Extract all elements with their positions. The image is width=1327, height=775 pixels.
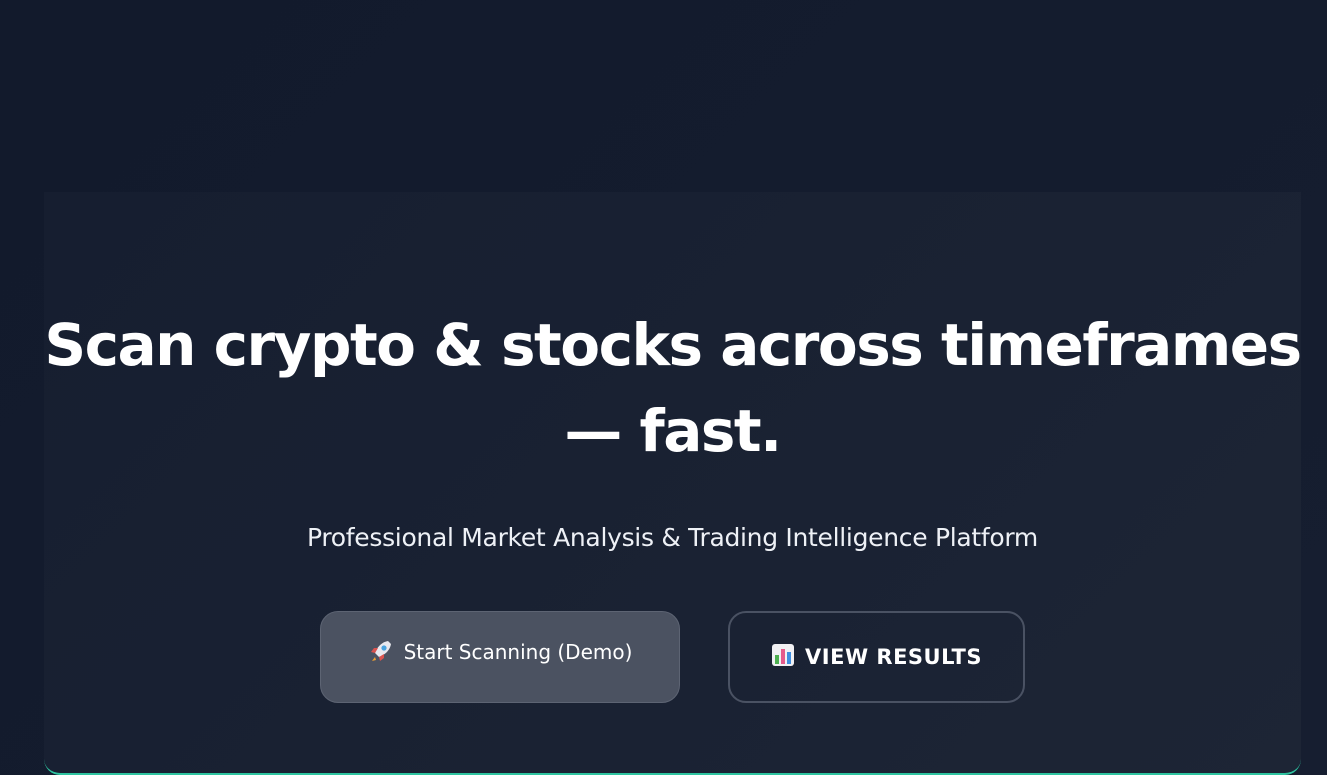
hero-section: Scan crypto & stocks across timeframes —… (44, 192, 1302, 775)
rocket-icon (368, 638, 394, 667)
hero-title-line-2: — fast. (564, 397, 782, 465)
start-scanning-label: Start Scanning (Demo) (403, 640, 633, 664)
view-results-label: VIEW RESULTS (805, 645, 982, 669)
hero-title-line-1: Scan crypto & stocks across timeframes (44, 311, 1302, 379)
start-scanning-button[interactable]: Start Scanning (Demo) (320, 611, 680, 703)
landing-page: Scan crypto & stocks across timeframes —… (0, 0, 1327, 775)
hero-title: Scan crypto & stocks across timeframes —… (44, 302, 1302, 474)
bar-chart-icon (771, 643, 795, 671)
hero-subtitle: Professional Market Analysis & Trading I… (307, 523, 1038, 552)
view-results-button[interactable]: VIEW RESULTS (728, 611, 1025, 703)
